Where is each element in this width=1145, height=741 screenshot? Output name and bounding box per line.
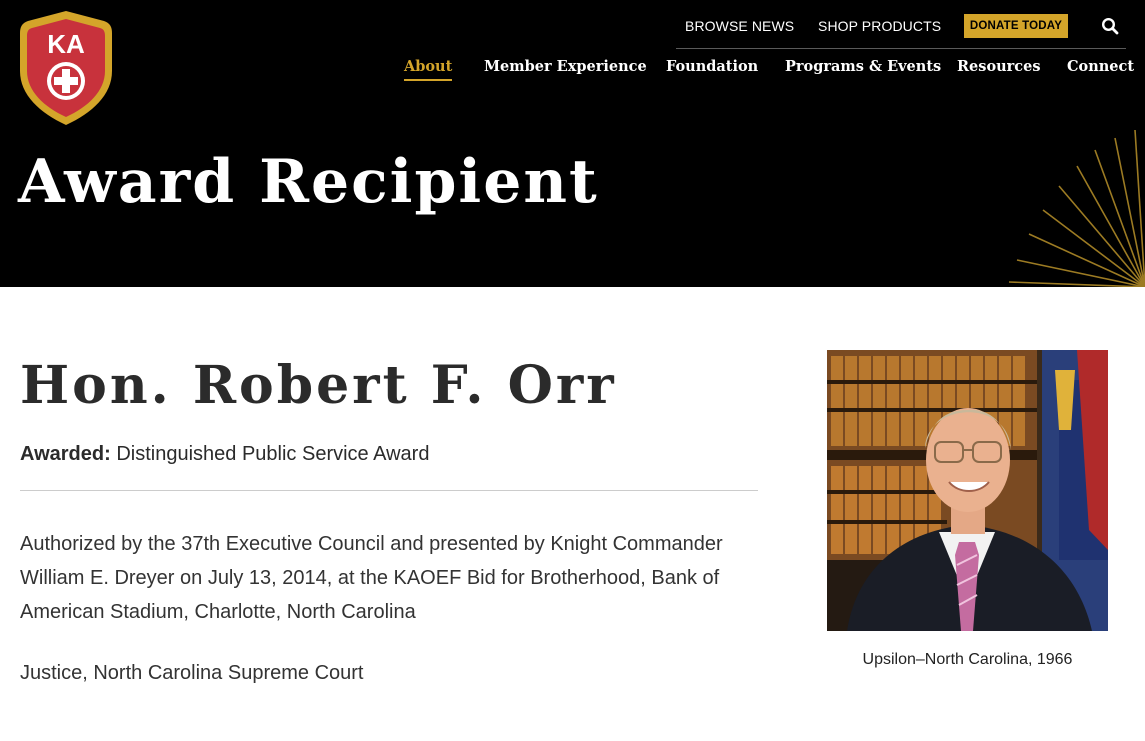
decorative-rays [1008, 130, 1145, 287]
recipient-portrait [827, 350, 1108, 631]
award-description: Authorized by the 37th Executive Council… [20, 533, 723, 623]
recipient-name: Hon. Robert F. Orr [20, 355, 617, 416]
browse-news-link[interactable]: BROWSE NEWS [685, 18, 794, 34]
main-content: Hon. Robert F. Orr Awarded: Distinguishe… [0, 287, 1145, 741]
awarded-label: Awarded: [20, 443, 111, 465]
award-name: Distinguished Public Service Award [116, 443, 430, 465]
recipient-position: Justice, North Carolina Supreme Court [20, 662, 364, 684]
nav-item-label: About [404, 58, 453, 75]
nav-item-member-experience[interactable]: Member Experience [484, 58, 647, 75]
active-nav-underline [404, 79, 453, 81]
nav-item-connect[interactable]: Connect [1067, 58, 1134, 75]
search-icon[interactable] [1101, 17, 1119, 35]
divider [20, 490, 758, 491]
page-title: Award Recipient [18, 147, 599, 217]
utility-nav: BROWSE NEWS SHOP PRODUCTS DONATE TODAY [676, 12, 1126, 49]
logo-text: KA [47, 29, 85, 59]
portrait-caption: Upsilon–North Carolina, 1966 [862, 651, 1073, 668]
nav-item-programs-events[interactable]: Programs & Events [785, 58, 941, 75]
award-line: Awarded: Distinguished Public Service Aw… [20, 443, 429, 466]
nav-item-resources[interactable]: Resources [957, 58, 1041, 75]
site-header: KA BROWSE NEWS SHOP PRODUCTS DONATE TODA… [0, 0, 1145, 287]
nav-item-about[interactable]: About [404, 58, 453, 81]
main-nav: About Member Experience Foundation Progr… [0, 56, 1145, 86]
nav-item-foundation[interactable]: Foundation [666, 58, 758, 75]
donate-today-button[interactable]: DONATE TODAY [964, 14, 1068, 38]
shop-products-link[interactable]: SHOP PRODUCTS [818, 18, 941, 34]
